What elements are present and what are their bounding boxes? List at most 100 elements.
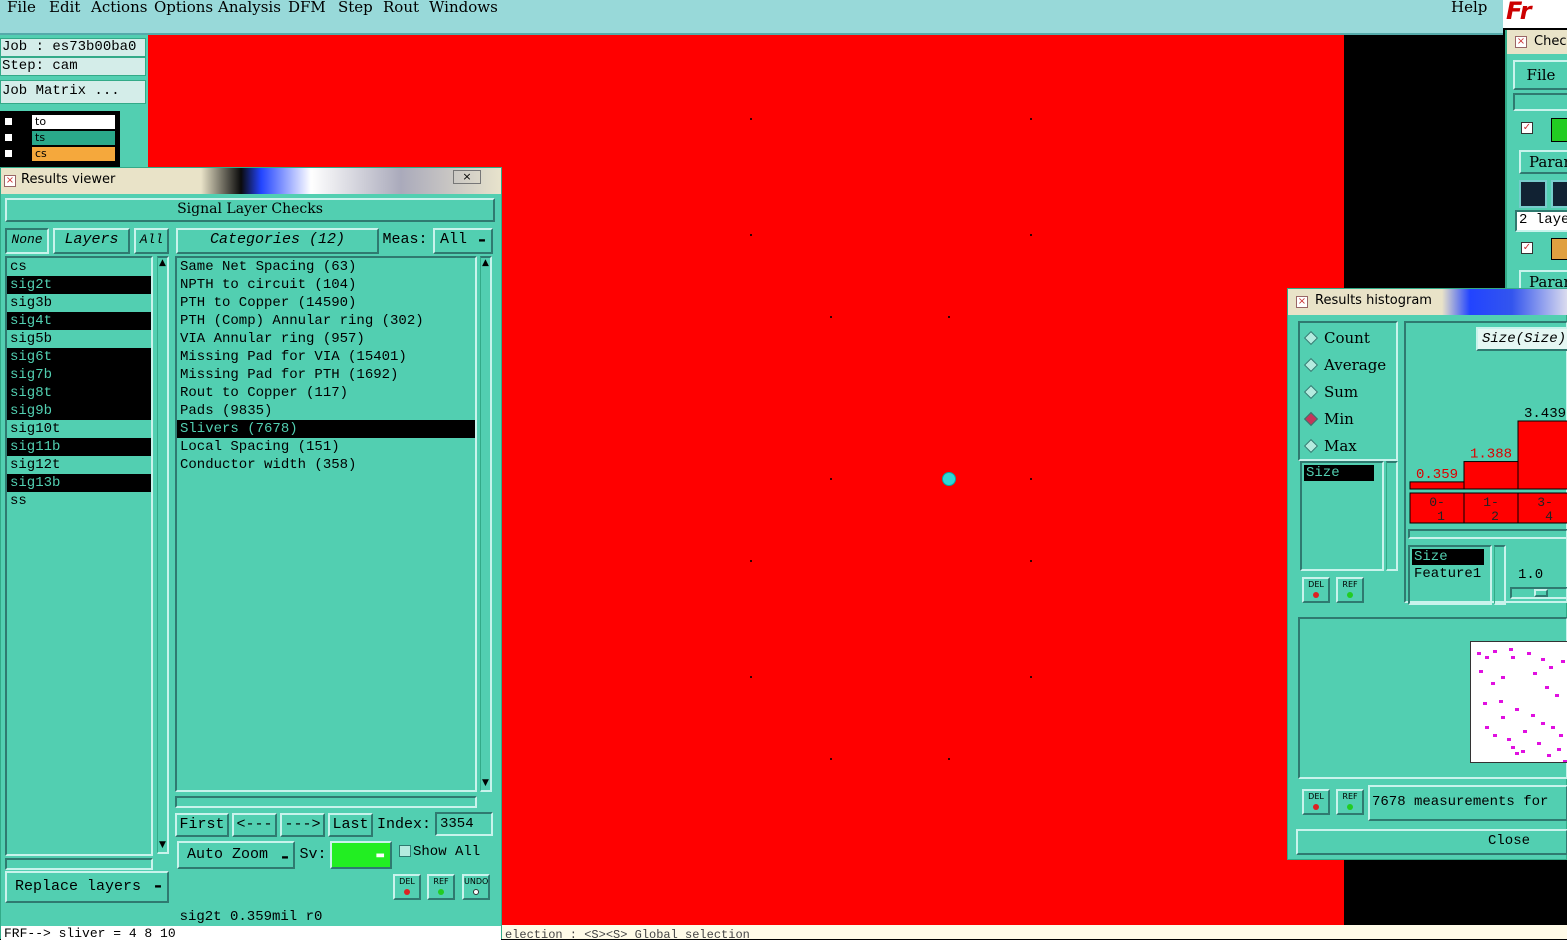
- measure-list-item[interactable]: Size: [1304, 465, 1374, 481]
- layer-list-item[interactable]: sig13b: [7, 474, 151, 492]
- none-button[interactable]: None: [5, 228, 49, 254]
- categories-button[interactable]: Categories (12): [176, 228, 379, 254]
- menu-dfm[interactable]: DFM: [288, 0, 326, 16]
- layer-list-item[interactable]: ss: [7, 492, 151, 510]
- del-icon[interactable]: DEL: [393, 874, 421, 900]
- layer-list-item[interactable]: sig4t: [7, 312, 151, 330]
- layer-checkbox[interactable]: [3, 116, 14, 127]
- layer-list-item[interactable]: sig8t: [7, 384, 151, 402]
- close-icon[interactable]: ×: [453, 170, 481, 184]
- del-icon[interactable]: DEL: [1302, 789, 1330, 815]
- histogram-titlebar[interactable]: × Results histogram: [1288, 289, 1567, 315]
- category-list-item[interactable]: Pads (9835): [177, 402, 475, 420]
- layers-list[interactable]: cs sig2t sig3b sig4t sig5b sig6t sig7b sig8t sig…: [5, 256, 153, 856]
- check-icon[interactable]: ✓: [1521, 122, 1533, 134]
- ref-icon[interactable]: REF: [1336, 577, 1364, 603]
- last-button[interactable]: Last: [328, 813, 373, 837]
- ref-icon[interactable]: REF: [427, 874, 455, 900]
- window-close-icon[interactable]: ×: [4, 175, 16, 187]
- menu-actions[interactable]: Actions: [91, 0, 147, 16]
- tool-icon[interactable]: [1551, 180, 1567, 208]
- layers-button[interactable]: Layers: [53, 228, 130, 254]
- results-viewer-titlebar[interactable]: × Results viewer ×: [1, 168, 501, 194]
- mode-radio-sum[interactable]: Sum: [1303, 383, 1358, 401]
- attr-list-item[interactable]: Feature1: [1410, 565, 1490, 583]
- undo-icon[interactable]: UNDO: [462, 874, 490, 900]
- attr-list-item[interactable]: Size: [1412, 549, 1484, 565]
- close-button[interactable]: Close: [1296, 829, 1567, 855]
- histogram-bar[interactable]: [1463, 461, 1519, 490]
- measure-scrollbar[interactable]: [1386, 461, 1398, 571]
- layer-list-item[interactable]: sig6t: [7, 348, 151, 366]
- histogram-bar[interactable]: [1517, 420, 1567, 490]
- categories-list[interactable]: Same Net Spacing (63) NPTH to circuit (10…: [175, 256, 477, 792]
- scale-slider[interactable]: [1510, 587, 1567, 599]
- layer-list-item[interactable]: sig9b: [7, 402, 151, 420]
- attr-scrollbar[interactable]: [1494, 545, 1506, 605]
- all-button[interactable]: All: [134, 228, 169, 254]
- menu-file[interactable]: File: [7, 0, 36, 16]
- mode-radio-min[interactable]: Min: [1303, 410, 1354, 428]
- menu-edit[interactable]: Edit: [49, 0, 80, 16]
- category-list-item[interactable]: VIA Annular ring (957): [177, 330, 475, 348]
- menu-step[interactable]: Step: [338, 0, 373, 16]
- first-button[interactable]: First: [175, 813, 229, 837]
- layer-list-item[interactable]: sig10t: [7, 420, 151, 438]
- layer-list-item[interactable]: sig7b: [7, 366, 151, 384]
- ref-icon[interactable]: REF: [1336, 789, 1364, 815]
- layer-list-item[interactable]: sig11b: [7, 438, 151, 456]
- job-matrix-button[interactable]: Job Matrix ...: [0, 80, 146, 104]
- menu-rout[interactable]: Rout: [383, 0, 419, 16]
- category-list-item[interactable]: Slivers (7678): [177, 420, 475, 438]
- show-all-checkbox[interactable]: [399, 845, 411, 857]
- next-button[interactable]: --->: [280, 813, 325, 837]
- action-icon[interactable]: [1551, 118, 1567, 142]
- tool-icon[interactable]: [1519, 180, 1547, 208]
- attr-list[interactable]: Size Feature1: [1408, 545, 1492, 605]
- del-icon[interactable]: DEL: [1302, 577, 1330, 603]
- category-list-item[interactable]: Missing Pad for PTH (1692): [177, 366, 475, 384]
- histogram-bar[interactable]: [1409, 481, 1465, 490]
- meas-dropdown[interactable]: All ▬: [433, 228, 493, 254]
- layer-to[interactable]: to: [32, 115, 115, 129]
- category-list-item[interactable]: Same Net Spacing (63): [177, 258, 475, 276]
- menu-analysis[interactable]: Analysis: [218, 0, 281, 16]
- window-close-icon[interactable]: ×: [1515, 36, 1527, 48]
- categories-scrollbar[interactable]: ▲ ▼: [480, 256, 492, 792]
- category-list-item[interactable]: PTH (Comp) Annular ring (302): [177, 312, 475, 330]
- category-list-item[interactable]: Missing Pad for VIA (15401): [177, 348, 475, 366]
- category-list-item[interactable]: NPTH to circuit (104): [177, 276, 475, 294]
- layer-list-item[interactable]: sig5b: [7, 330, 151, 348]
- layer-checkbox[interactable]: [3, 148, 14, 159]
- menu-windows[interactable]: Windows: [429, 0, 498, 16]
- mode-radio-max[interactable]: Max: [1303, 437, 1357, 455]
- mode-radio-average[interactable]: Average: [1303, 356, 1386, 374]
- checklist-file-menu[interactable]: File: [1513, 60, 1567, 90]
- layer-checkbox[interactable]: [3, 132, 14, 143]
- checklist-titlebar[interactable]: × Check: [1507, 30, 1567, 54]
- categories-hscrollbar[interactable]: [175, 796, 477, 808]
- menu-help[interactable]: Help: [1451, 0, 1487, 16]
- category-list-item[interactable]: Conductor width (358): [177, 456, 475, 474]
- prev-button[interactable]: <---: [232, 813, 277, 837]
- action-icon[interactable]: [1551, 238, 1567, 260]
- command-line[interactable]: FRF--> sliver = 4 8 10: [1, 926, 501, 940]
- layer-list-item[interactable]: cs: [7, 258, 151, 276]
- category-list-item[interactable]: Local Spacing (151): [177, 438, 475, 456]
- category-list-item[interactable]: PTH to Copper (14590): [177, 294, 475, 312]
- auto-zoom-dropdown[interactable]: Auto Zoom ▬: [177, 841, 295, 869]
- index-input[interactable]: 3354: [435, 812, 493, 836]
- params-button[interactable]: Paran: [1519, 150, 1567, 174]
- layer-list-item[interactable]: sig12t: [7, 456, 151, 474]
- layer-list-item[interactable]: sig3b: [7, 294, 151, 312]
- window-close-icon[interactable]: ×: [1296, 296, 1308, 308]
- menu-options[interactable]: Options: [154, 0, 213, 16]
- check-icon[interactable]: ✓: [1521, 242, 1533, 254]
- layer-cs[interactable]: cs: [32, 147, 115, 161]
- measure-list[interactable]: Size: [1300, 461, 1384, 571]
- layer-list-item[interactable]: sig2t: [7, 276, 151, 294]
- sv-color-dropdown[interactable]: ▬: [330, 841, 392, 869]
- selected-feature-marker[interactable]: [942, 472, 956, 486]
- replace-layers-dropdown[interactable]: Replace layers ▬: [5, 871, 169, 903]
- mode-radio-count[interactable]: Count: [1303, 329, 1370, 347]
